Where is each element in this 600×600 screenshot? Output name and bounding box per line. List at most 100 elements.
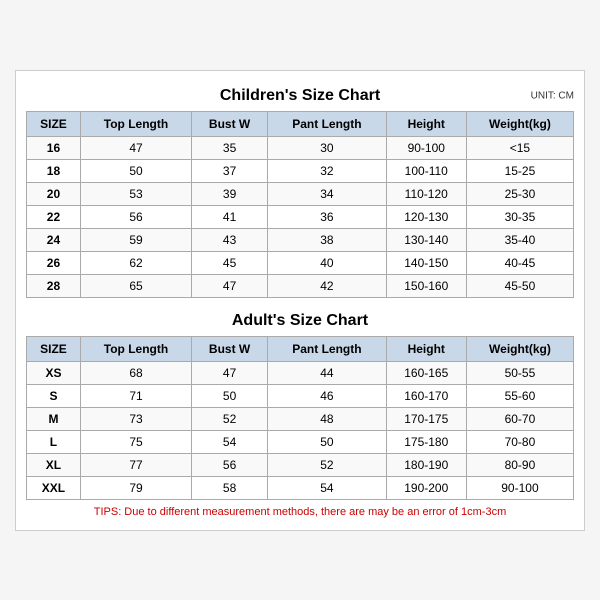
table-cell: 77 — [80, 453, 191, 476]
adults-section-title: Adult's Size Chart — [26, 306, 574, 336]
table-cell: 100-110 — [386, 159, 466, 182]
chart-container: Children's Size Chart UNIT: CM SIZE Top … — [15, 70, 585, 531]
col-pant-length: Pant Length — [268, 111, 386, 136]
table-cell: 71 — [80, 384, 191, 407]
table-cell: 50 — [268, 430, 386, 453]
table-cell: 150-160 — [386, 274, 466, 297]
table-cell: 52 — [192, 407, 268, 430]
table-cell: 62 — [80, 251, 191, 274]
table-cell: 30 — [268, 136, 386, 159]
table-cell: 80-90 — [466, 453, 573, 476]
table-cell: 56 — [192, 453, 268, 476]
adults-table-body: XS684744160-16550-55S715046160-17055-60M… — [27, 361, 574, 499]
table-row: XL775652180-19080-90 — [27, 453, 574, 476]
table-cell: 40-45 — [466, 251, 573, 274]
table-cell: 75 — [80, 430, 191, 453]
table-cell: 140-150 — [386, 251, 466, 274]
table-cell: 35-40 — [466, 228, 573, 251]
table-cell: 65 — [80, 274, 191, 297]
table-cell: 73 — [80, 407, 191, 430]
table-row: M735248170-17560-70 — [27, 407, 574, 430]
table-cell: 35 — [192, 136, 268, 159]
col-bust-w: Bust W — [192, 111, 268, 136]
table-cell: 42 — [268, 274, 386, 297]
adult-col-weight: Weight(kg) — [466, 336, 573, 361]
table-cell: 160-170 — [386, 384, 466, 407]
adult-col-size: SIZE — [27, 336, 81, 361]
table-cell: 15-25 — [466, 159, 573, 182]
table-cell: 44 — [268, 361, 386, 384]
table-cell: 190-200 — [386, 476, 466, 499]
table-cell: 175-180 — [386, 430, 466, 453]
table-cell: 59 — [80, 228, 191, 251]
table-cell: 110-120 — [386, 182, 466, 205]
table-cell: 45-50 — [466, 274, 573, 297]
col-weight: Weight(kg) — [466, 111, 573, 136]
children-title-text: Children's Size Chart — [220, 87, 380, 104]
table-cell: 41 — [192, 205, 268, 228]
table-row: 26624540140-15040-45 — [27, 251, 574, 274]
table-cell: 180-190 — [386, 453, 466, 476]
table-cell: 53 — [80, 182, 191, 205]
table-row: S715046160-17055-60 — [27, 384, 574, 407]
table-cell: 54 — [192, 430, 268, 453]
table-cell: 40 — [268, 251, 386, 274]
table-cell: 50-55 — [466, 361, 573, 384]
table-cell: <15 — [466, 136, 573, 159]
table-cell: 90-100 — [386, 136, 466, 159]
children-size-table: SIZE Top Length Bust W Pant Length Heigh… — [26, 111, 574, 298]
table-cell: 79 — [80, 476, 191, 499]
table-cell: 43 — [192, 228, 268, 251]
table-cell: XXL — [27, 476, 81, 499]
table-row: 1647353090-100<15 — [27, 136, 574, 159]
table-row: 24594338130-14035-40 — [27, 228, 574, 251]
table-cell: 58 — [192, 476, 268, 499]
children-section-title: Children's Size Chart UNIT: CM — [26, 81, 574, 111]
table-cell: 26 — [27, 251, 81, 274]
adult-col-top-length: Top Length — [80, 336, 191, 361]
table-cell: 38 — [268, 228, 386, 251]
table-row: XXL795854190-20090-100 — [27, 476, 574, 499]
adult-col-height: Height — [386, 336, 466, 361]
table-row: 20533934110-12025-30 — [27, 182, 574, 205]
col-size: SIZE — [27, 111, 81, 136]
table-cell: 28 — [27, 274, 81, 297]
adults-size-table: SIZE Top Length Bust W Pant Length Heigh… — [26, 336, 574, 500]
table-row: 18503732100-11015-25 — [27, 159, 574, 182]
table-cell: 70-80 — [466, 430, 573, 453]
col-height: Height — [386, 111, 466, 136]
table-cell: 170-175 — [386, 407, 466, 430]
table-cell: 130-140 — [386, 228, 466, 251]
table-cell: XL — [27, 453, 81, 476]
table-cell: XS — [27, 361, 81, 384]
table-cell: 68 — [80, 361, 191, 384]
table-cell: 56 — [80, 205, 191, 228]
table-cell: 47 — [192, 361, 268, 384]
adult-col-bust-w: Bust W — [192, 336, 268, 361]
table-cell: 120-130 — [386, 205, 466, 228]
table-cell: 36 — [268, 205, 386, 228]
table-cell: 60-70 — [466, 407, 573, 430]
table-cell: 24 — [27, 228, 81, 251]
table-row: L755450175-18070-80 — [27, 430, 574, 453]
children-table-body: 1647353090-100<1518503732100-11015-25205… — [27, 136, 574, 297]
table-cell: S — [27, 384, 81, 407]
table-cell: M — [27, 407, 81, 430]
table-cell: 22 — [27, 205, 81, 228]
unit-label: UNIT: CM — [531, 90, 574, 101]
table-cell: 25-30 — [466, 182, 573, 205]
table-cell: 54 — [268, 476, 386, 499]
table-cell: 50 — [192, 384, 268, 407]
col-top-length: Top Length — [80, 111, 191, 136]
adults-title-text: Adult's Size Chart — [232, 312, 368, 329]
table-cell: 39 — [192, 182, 268, 205]
table-cell: 20 — [27, 182, 81, 205]
table-row: XS684744160-16550-55 — [27, 361, 574, 384]
table-cell: 48 — [268, 407, 386, 430]
table-cell: 47 — [192, 274, 268, 297]
table-cell: L — [27, 430, 81, 453]
table-cell: 160-165 — [386, 361, 466, 384]
table-cell: 37 — [192, 159, 268, 182]
table-cell: 32 — [268, 159, 386, 182]
table-cell: 45 — [192, 251, 268, 274]
